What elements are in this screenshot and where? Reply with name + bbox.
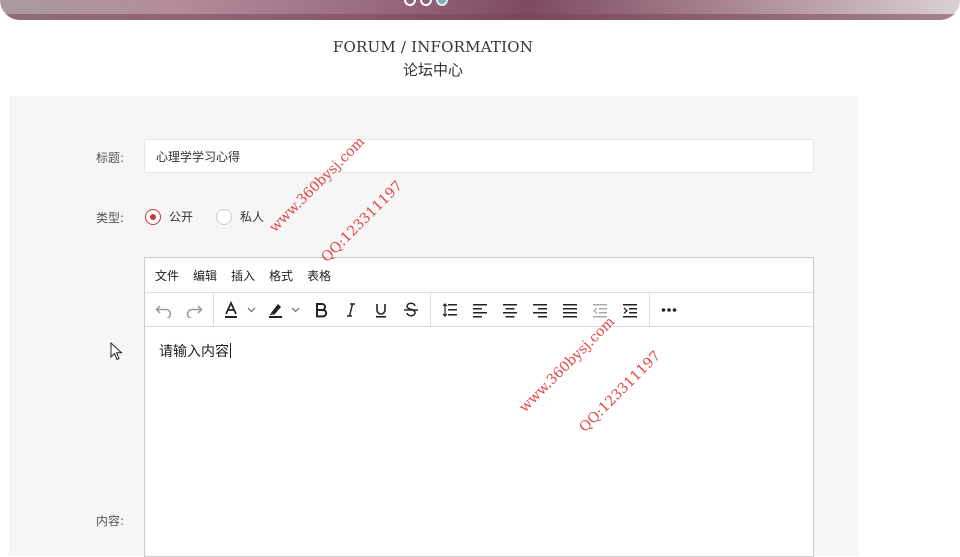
toolbar-group-history <box>145 293 214 326</box>
indent-button[interactable] <box>615 297 645 323</box>
menu-table[interactable]: 表格 <box>307 267 337 284</box>
menu-edit[interactable]: 编辑 <box>193 267 223 284</box>
outdent-button[interactable] <box>585 297 615 323</box>
radio-private[interactable]: 私人 <box>216 208 264 225</box>
carousel-dot-2[interactable] <box>420 0 432 6</box>
editor-toolbar <box>145 293 813 327</box>
align-left-icon <box>473 303 487 317</box>
radio-public-label: 公开 <box>169 210 194 224</box>
mouse-pointer-icon <box>110 342 123 361</box>
page-title-cn: 论坛中心 <box>402 61 463 79</box>
highlight-icon <box>269 303 300 318</box>
undo-button[interactable] <box>149 297 179 323</box>
more-icon <box>661 307 677 312</box>
editor-placeholder: 请输入内容 <box>159 344 229 360</box>
text-color-icon <box>225 300 256 318</box>
align-left-button[interactable] <box>465 297 495 323</box>
toolbar-group-format <box>214 293 431 326</box>
rich-text-editor: 文件 编辑 插入 格式 表格 请输入内容 <box>144 257 814 557</box>
redo-icon <box>186 304 203 318</box>
line-height-icon <box>442 302 457 317</box>
underline-button[interactable] <box>366 297 396 323</box>
title-label: 标题: <box>96 151 125 165</box>
editor-content-area[interactable]: 请输入内容 <box>145 327 813 375</box>
indent-icon <box>623 303 637 317</box>
radio-public[interactable]: 公开 <box>145 208 193 225</box>
page-title-en: FORUM / INFORMATION <box>332 38 534 56</box>
toolbar-group-more <box>650 293 688 326</box>
radio-private-circle[interactable] <box>216 208 232 225</box>
italic-icon <box>347 302 355 317</box>
text-color-button[interactable] <box>218 297 262 323</box>
bold-icon <box>316 302 328 317</box>
italic-button[interactable] <box>336 297 366 323</box>
highlight-color-button[interactable] <box>262 297 306 323</box>
type-label: 类型: <box>96 211 125 225</box>
text-caret <box>230 343 231 358</box>
toolbar-group-align <box>431 293 650 326</box>
carousel-dot-1[interactable] <box>404 0 416 6</box>
menu-format[interactable]: 格式 <box>269 267 299 284</box>
carousel-dots <box>404 0 448 6</box>
align-right-icon <box>533 303 547 317</box>
carousel-dot-3[interactable] <box>436 0 448 6</box>
align-center-icon <box>503 303 517 317</box>
align-justify-button[interactable] <box>555 297 585 323</box>
outdent-icon <box>593 303 607 317</box>
line-height-button[interactable] <box>435 297 465 323</box>
redo-button[interactable] <box>179 297 209 323</box>
underline-icon <box>376 303 386 318</box>
editor-menubar: 文件 编辑 插入 格式 表格 <box>145 258 813 293</box>
strikethrough-button[interactable] <box>396 297 426 323</box>
banner-shade <box>0 14 960 20</box>
radio-public-circle[interactable] <box>145 208 161 225</box>
align-center-button[interactable] <box>495 297 525 323</box>
align-justify-icon <box>563 303 577 317</box>
content-label: 内容: <box>96 514 125 528</box>
bold-button[interactable] <box>306 297 336 323</box>
menu-insert[interactable]: 插入 <box>231 267 261 284</box>
top-banner <box>0 0 960 20</box>
more-button[interactable] <box>654 297 684 323</box>
radio-private-label: 私人 <box>240 210 265 224</box>
menu-file[interactable]: 文件 <box>155 267 185 284</box>
strikethrough-icon <box>404 302 418 316</box>
align-right-button[interactable] <box>525 297 555 323</box>
undo-icon <box>155 304 172 318</box>
title-input[interactable]: 心理学学习心得 <box>144 139 814 173</box>
